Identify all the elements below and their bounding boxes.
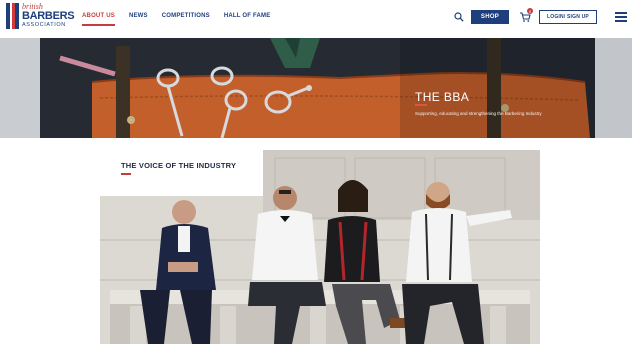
cart-count-badge: 0 xyxy=(527,8,533,14)
hero-banner: THE BBA Supporting, educating and streng… xyxy=(0,38,632,138)
hero-subtitle: Supporting, educating and strengthening … xyxy=(415,111,542,116)
nav-item-news[interactable]: NEWS xyxy=(129,13,148,19)
bba-logo[interactable]: british BARBERS ASSOCIATION xyxy=(6,3,76,31)
hero-barber-apron-image xyxy=(0,38,632,138)
logo-line-2: BARBERS xyxy=(22,10,75,22)
voice-section-title: THE VOICE OF THE INDUSTRY xyxy=(121,161,237,170)
main-nav: ABOUT US NEWS COMPETITIONS HALL OF FAME xyxy=(82,13,284,26)
login-signup-button[interactable]: LOGIN/ SIGN UP xyxy=(539,10,597,24)
nav-item-competitions[interactable]: COMPETITIONS xyxy=(162,13,210,19)
logo-wordmark: british BARBERS ASSOCIATION xyxy=(22,3,75,29)
hamburger-icon[interactable] xyxy=(615,12,627,22)
site-header: british BARBERS ASSOCIATION ABOUT US NEW… xyxy=(0,0,632,38)
voice-title-underline xyxy=(121,173,131,175)
hero-title-underline xyxy=(415,104,427,106)
nav-item-hall-of-fame[interactable]: HALL OF FAME xyxy=(224,13,271,19)
hero-title: THE BBA xyxy=(415,90,470,104)
logo-flag-mark xyxy=(6,3,19,29)
nav-item-about-us[interactable]: ABOUT US xyxy=(82,13,115,26)
shop-button[interactable]: SHOP xyxy=(471,10,509,24)
search-icon[interactable] xyxy=(454,12,464,22)
logo-line-3: ASSOCIATION xyxy=(22,22,66,28)
